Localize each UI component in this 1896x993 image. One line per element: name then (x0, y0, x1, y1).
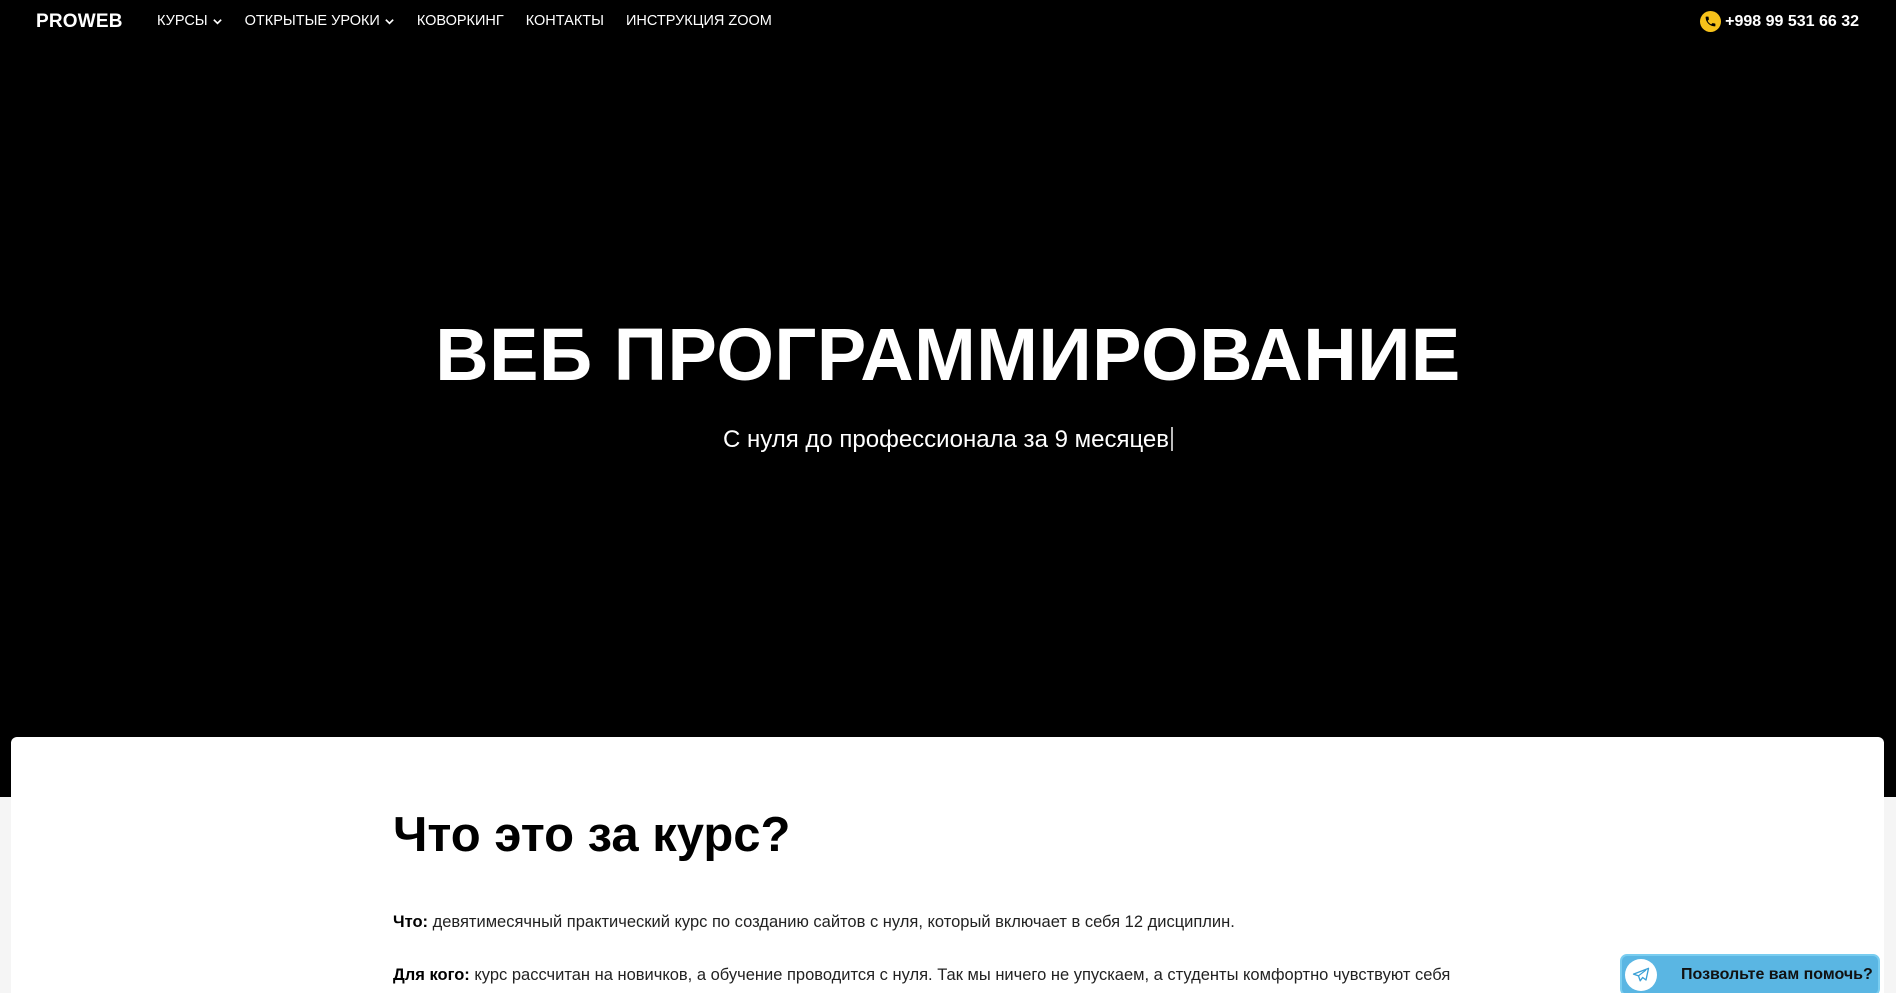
what-text: девятимесячный практический курс по созд… (428, 913, 1235, 931)
nav-item-label: ИНСТРУКЦИЯ ZOOM (625, 13, 772, 29)
help-chat-label: Позвольте вам помочь? (1681, 966, 1873, 983)
help-chat-button[interactable]: Позвольте вам помочь? (1620, 954, 1880, 993)
content-card (11, 737, 1884, 993)
nav-item-label: КОВОРКИНГ (416, 13, 504, 29)
chevron-down-icon (385, 18, 394, 25)
page: PROWEB КУРСЫ ОТКРЫТЫЕ УРОКИ КОВОРКИНГ КО… (0, 0, 1896, 993)
main-nav: КУРСЫ ОТКРЫТЫЕ УРОКИ КОВОРКИНГ КОНТАКТЫ … (157, 13, 772, 29)
nav-item-label: КУРСЫ (157, 13, 208, 29)
phone-icon (1700, 11, 1722, 32)
nav-item-label: ОТКРЫТЫЕ УРОКИ (244, 13, 380, 29)
hero-subtitle-text: С нуля до профессионала за 9 месяцев (722, 426, 1170, 453)
course-who-paragraph: Для кого: курс рассчитан на новичков, а … (393, 966, 1450, 985)
telegram-icon (1625, 959, 1657, 991)
who-label: Для кого: (393, 966, 470, 984)
nav-item-courses[interactable]: КУРСЫ (157, 13, 223, 29)
chevron-down-icon (212, 18, 222, 25)
logo[interactable]: PROWEB (36, 11, 123, 33)
nav-item-open-lessons[interactable]: ОТКРЫТЫЕ УРОКИ (245, 13, 395, 29)
hero-subtitle: С нуля до профессионала за 9 месяцев (0, 426, 1896, 454)
nav-item-zoom-instructions[interactable]: ИНСТРУКЦИЯ ZOOM (626, 13, 772, 29)
header: PROWEB КУРСЫ ОТКРЫТЫЕ УРОКИ КОВОРКИНГ КО… (0, 0, 1896, 44)
nav-item-label: КОНТАКТЫ (525, 13, 604, 29)
phone-link[interactable]: +998 99 531 66 32 (1700, 11, 1859, 32)
typing-cursor (1171, 427, 1174, 451)
hero-title: ВЕБ ПРОГРАММИРОВАНИЕ (435, 313, 1461, 396)
nav-item-contacts[interactable]: КОНТАКТЫ (526, 13, 604, 29)
who-text: курс рассчитан на новичков, а обучение п… (469, 966, 1451, 984)
course-what-paragraph: Что: девятимесячный практический курс по… (393, 913, 1235, 932)
phone-number: +998 99 531 66 32 (1725, 12, 1859, 30)
nav-item-coworking[interactable]: КОВОРКИНГ (417, 13, 504, 29)
what-label: Что: (393, 913, 429, 931)
section-title: Что это за курс? (393, 808, 791, 862)
